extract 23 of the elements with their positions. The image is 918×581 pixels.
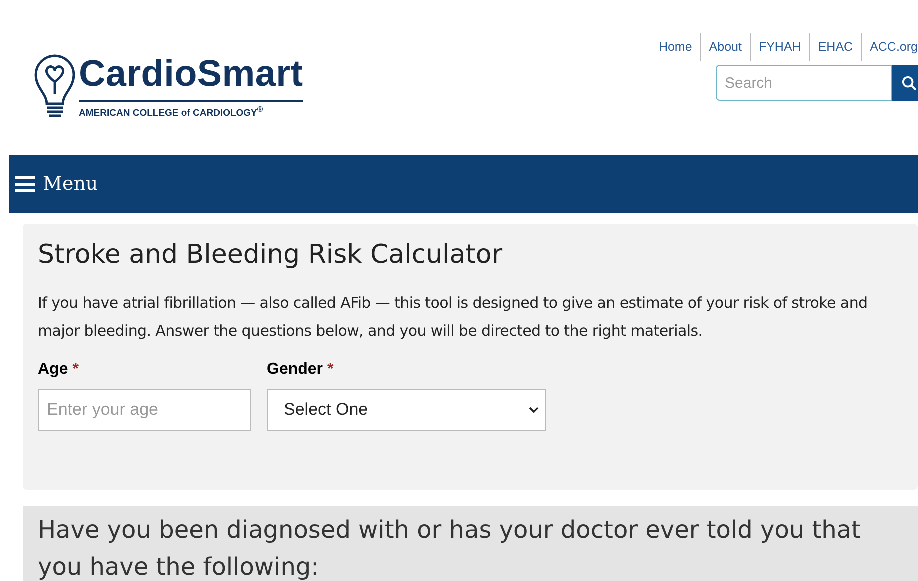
field-label: Gender xyxy=(267,361,324,378)
top-nav-link[interactable]: About xyxy=(700,33,750,61)
required-asterisk: * xyxy=(72,361,79,378)
logo-wordmark[interactable]: CardioSmart xyxy=(79,52,304,102)
chevron-down-icon xyxy=(529,407,539,413)
age-input[interactable]: Enter your age xyxy=(38,389,251,431)
search-field[interactable]: Search xyxy=(716,65,892,101)
menu-icon xyxy=(15,176,35,192)
top-nav-link[interactable]: ACC.org xyxy=(861,33,918,61)
lightbulb-heart-icon xyxy=(33,54,77,120)
gender-dropdown[interactable]: Select One xyxy=(267,389,546,431)
menu-bar[interactable]: Menu xyxy=(9,155,918,213)
top-nav-link[interactable]: FYHAH xyxy=(750,33,810,61)
question-text: Have you been diagnosed with or has your doctor ever told you that you have the following: xyxy=(38,515,862,581)
field-label: Age xyxy=(38,361,68,378)
search-button[interactable] xyxy=(892,65,918,101)
required-asterisk: * xyxy=(327,361,334,378)
calculator-title: Stroke and Bleeding Risk Calculator xyxy=(38,240,504,270)
logo-subtitle: AMERICAN COLLEGE of CARDIOLOGY$^{®}$ xyxy=(79,105,264,120)
top-nav-link[interactable]: Home xyxy=(650,33,700,61)
top-nav-link[interactable]: EHAC xyxy=(809,33,862,61)
intro-paragraph: If you have atrial fibrillation — also called AFib — this tool is designed to give an estimate of your risk of stroke and major bleeding. Answer the questions below, and you will be directed to the right materials. xyxy=(38,293,869,342)
search-icon xyxy=(902,76,916,90)
